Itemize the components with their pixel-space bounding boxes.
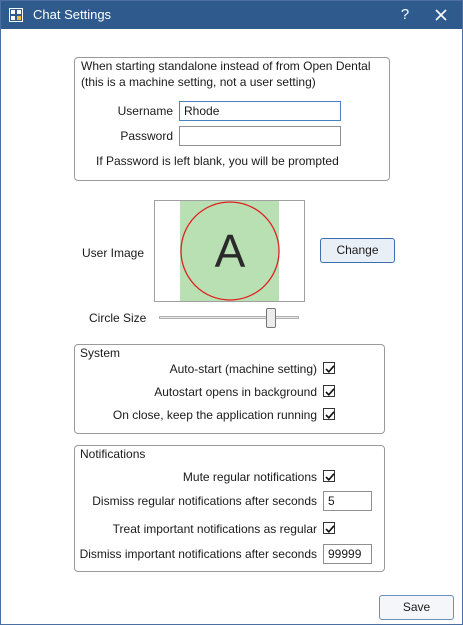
keep-running-label: On close, keep the application running [112, 408, 317, 422]
username-field[interactable] [179, 101, 341, 121]
treat-important-label: Treat important notifications as regular [112, 522, 317, 536]
user-image-label: User Image [82, 246, 145, 260]
checkmark-icon [325, 411, 335, 419]
autostart-background-checkbox[interactable] [323, 385, 335, 397]
notifications-group: Notifications Mute regular notifications… [74, 445, 385, 572]
mute-label: Mute regular notifications [182, 470, 317, 484]
title-bar: Chat Settings ? [1, 1, 462, 29]
username-label: Username [117, 104, 173, 118]
avatar: A [180, 201, 280, 301]
mute-checkbox[interactable] [323, 470, 335, 482]
dismiss-important-label: Dismiss important notifications after se… [79, 547, 317, 561]
dismiss-regular-field[interactable] [323, 491, 372, 511]
circle-size-slider[interactable] [159, 306, 299, 330]
slider-track [159, 316, 299, 319]
standalone-group: When starting standalone instead of from… [74, 57, 390, 181]
close-icon [435, 9, 447, 21]
circle-size-label: Circle Size [89, 311, 147, 325]
treat-important-checkbox[interactable] [323, 522, 335, 534]
password-field[interactable] [179, 126, 341, 146]
checkmark-icon [325, 525, 335, 533]
standalone-header-line2: (this is a machine setting, not a user s… [81, 75, 316, 89]
system-group: System Auto-start (machine setting) Auto… [74, 344, 385, 434]
avatar-letter: A [215, 225, 246, 277]
notifications-legend: Notifications [80, 447, 146, 461]
dismiss-important-field[interactable] [323, 544, 372, 564]
slider-thumb[interactable] [266, 308, 276, 328]
checkmark-icon [325, 365, 335, 373]
auto-start-label: Auto-start (machine setting) [169, 362, 317, 376]
save-button[interactable]: Save [379, 595, 454, 620]
checkmark-icon [325, 473, 335, 481]
autostart-background-label: Autostart opens in background [154, 385, 317, 399]
change-image-button[interactable]: Change [320, 238, 395, 263]
password-hint: If Password is left blank, you will be p… [96, 154, 339, 168]
password-label: Password [120, 129, 173, 143]
auto-start-checkbox[interactable] [323, 362, 335, 374]
grid-app-icon [9, 8, 23, 22]
window-title: Chat Settings [33, 7, 112, 22]
checkmark-icon [325, 388, 335, 396]
dismiss-regular-label: Dismiss regular notifications after seco… [92, 494, 317, 508]
system-legend: System [80, 346, 121, 360]
help-button[interactable]: ? [390, 3, 420, 27]
user-image-frame: A [154, 200, 305, 302]
close-button[interactable] [425, 3, 457, 27]
keep-running-checkbox[interactable] [323, 408, 335, 420]
chat-settings-window: Chat Settings ? When starting standalone… [0, 0, 463, 625]
standalone-header-line1: When starting standalone instead of from… [81, 59, 371, 73]
